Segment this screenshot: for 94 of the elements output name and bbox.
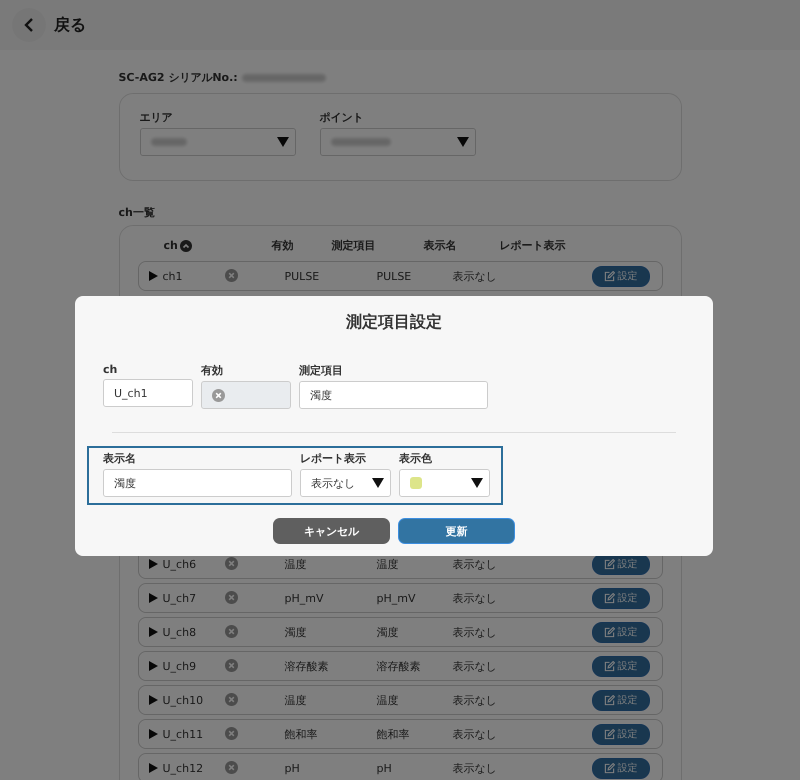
table-cell-text: 温度	[284, 556, 308, 572]
table-cell-text: pH	[376, 762, 393, 774]
ch-field[interactable]: U_ch1	[103, 379, 193, 407]
expand-icon[interactable]	[148, 729, 158, 739]
settings-button[interactable]: 設定	[592, 622, 650, 642]
table-cell-text: 溶存酸素	[376, 658, 422, 674]
dropdown-arrow-icon	[276, 137, 288, 147]
table-cell-text: U_ch12	[162, 762, 204, 774]
back-button[interactable]	[12, 8, 46, 42]
field-label: 有効	[201, 363, 224, 378]
dialog-title: 測定項目設定	[345, 312, 443, 333]
settings-button[interactable]: 設定	[592, 656, 650, 676]
dropdown-arrow-icon	[471, 478, 483, 488]
table-cell-text: U_ch7	[162, 592, 198, 604]
expand-icon[interactable]	[148, 763, 158, 773]
column-header: 有効	[272, 238, 294, 253]
settings-button[interactable]: 設定	[592, 266, 650, 286]
field-label: レポート表示	[300, 451, 367, 466]
settings-button[interactable]: 設定	[592, 724, 650, 744]
table-cell-text: PULSE	[376, 270, 412, 282]
table-cell-text: 表示なし	[452, 760, 498, 776]
channel-row[interactable]: U_ch10 温度 温度 表示なし 設定	[138, 685, 662, 715]
table-cell-text: U_ch8	[162, 626, 198, 638]
table-cell-text: 飽和率	[284, 726, 318, 742]
field-label: 表示名	[103, 451, 137, 466]
table-cell-text: ch1	[162, 270, 184, 282]
table-cell-text: 表示なし	[452, 590, 498, 606]
table-cell-text: pH_mV	[284, 592, 324, 604]
field-label: ch	[103, 363, 118, 376]
table-cell-text: 表示なし	[452, 692, 498, 708]
edit-icon	[604, 762, 614, 774]
update-button[interactable]: 更新	[398, 518, 515, 544]
table-cell-text: U_ch9	[162, 660, 198, 672]
chevron-left-icon	[23, 17, 35, 33]
expand-icon[interactable]	[148, 695, 158, 705]
channel-row[interactable]: U_ch9 溶存酸素 溶存酸素 表示なし 設定	[138, 651, 662, 681]
table-cell-text: U_ch11	[162, 728, 204, 740]
channel-row[interactable]: ch1 PULSE PULSE 表示なし 設定	[138, 261, 662, 291]
enabled-field[interactable]	[201, 381, 291, 409]
settings-button[interactable]: 設定	[592, 588, 650, 608]
field-label: 測定項目	[299, 363, 344, 378]
table-cell-text: pH	[284, 762, 301, 774]
field-label: エリア	[140, 110, 174, 125]
channel-row[interactable]: U_ch7 pH_mV pH_mV 表示なし 設定	[138, 583, 662, 613]
cancel-button[interactable]: キャンセル	[273, 518, 390, 544]
dropdown-arrow-icon	[456, 137, 468, 147]
table-cell-text: pH_mV	[376, 592, 416, 604]
table-cell-text: 濁度	[284, 624, 308, 640]
table-cell-text: PULSE	[284, 270, 320, 282]
table-cell-text: U_ch6	[162, 558, 198, 570]
edit-icon	[604, 660, 614, 672]
edit-icon	[604, 728, 614, 740]
dropdown-arrow-icon	[372, 478, 384, 488]
color-select[interactable]	[399, 469, 490, 497]
field-label: 表示色	[399, 451, 433, 466]
settings-button[interactable]: 設定	[592, 690, 650, 710]
table-cell-text: 濁度	[376, 624, 400, 640]
channel-row[interactable]: U_ch12 pH pH 表示なし 設定	[138, 753, 662, 780]
table-cell-text: 溶存酸素	[284, 658, 330, 674]
table-cell-text: 温度	[376, 556, 400, 572]
table-cell-text: 温度	[376, 692, 400, 708]
column-header: ch	[164, 239, 178, 252]
expand-icon[interactable]	[148, 627, 158, 637]
edit-icon	[604, 592, 614, 604]
sort-icon[interactable]	[180, 240, 192, 252]
table-cell-text: 温度	[284, 692, 308, 708]
table-cell-text: 表示なし	[452, 556, 498, 572]
field-label: ポイント	[320, 110, 364, 125]
channel-row[interactable]: U_ch8 濁度 濁度 表示なし 設定	[138, 617, 662, 647]
expand-icon[interactable]	[148, 559, 158, 569]
back-label: 戻る	[54, 14, 86, 36]
column-header: 表示名	[424, 238, 456, 253]
expand-icon[interactable]	[148, 593, 158, 603]
expand-icon[interactable]	[148, 661, 158, 671]
table-cell-text: 表示なし	[452, 268, 498, 284]
channel-row[interactable]: U_ch11 飽和率 飽和率 表示なし 設定	[138, 719, 662, 749]
edit-icon	[604, 694, 614, 706]
settings-button[interactable]: 設定	[592, 758, 650, 778]
table-cell-text: 飽和率	[376, 726, 410, 742]
table-cell-text: 表示なし	[452, 658, 498, 674]
display-name-field[interactable]: 濁度	[103, 469, 292, 497]
measure-field[interactable]: 濁度	[299, 381, 488, 409]
table-cell-text: 表示なし	[452, 624, 498, 640]
column-header: レポート表示	[500, 238, 566, 253]
report-select[interactable]: 表示なし	[300, 469, 391, 497]
list-title: ch一覧	[118, 205, 156, 220]
edit-icon	[604, 270, 614, 282]
table-cell-text: U_ch10	[162, 694, 204, 706]
expand-icon[interactable]	[148, 271, 158, 281]
column-header: 測定項目	[332, 238, 376, 253]
table-cell-text: 表示なし	[452, 726, 498, 742]
serial-label: SC-AG2 シリアルNo.:	[118, 70, 238, 85]
edit-icon	[604, 558, 614, 570]
edit-icon	[604, 626, 614, 638]
